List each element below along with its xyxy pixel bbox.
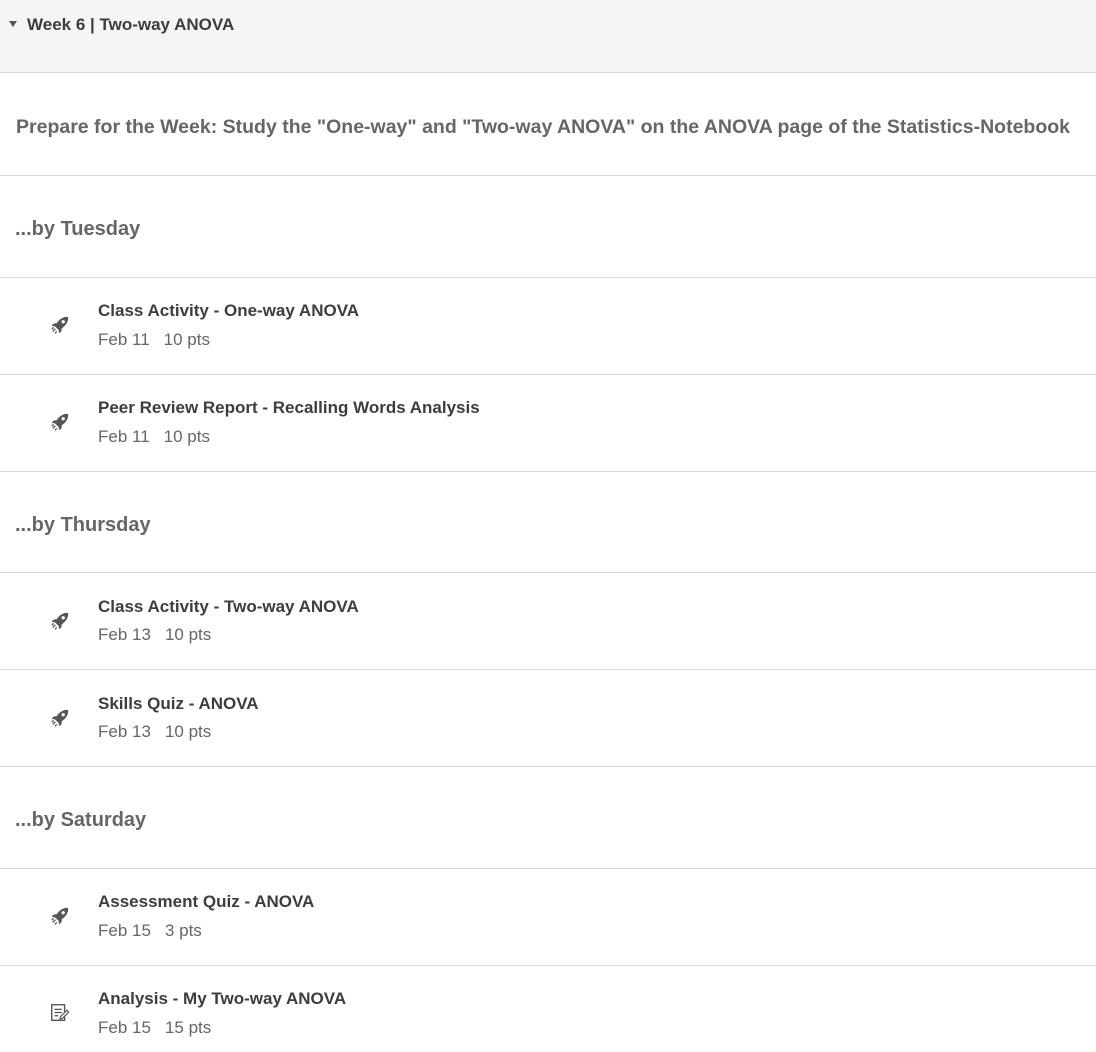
item-title-link[interactable]: Class Activity - Two-way ANOVA bbox=[98, 596, 359, 618]
section-header-tuesday: ...by Tuesday bbox=[0, 176, 1096, 278]
due-date: Feb 15 bbox=[98, 921, 151, 940]
item-title-link[interactable]: Class Activity - One-way ANOVA bbox=[98, 300, 359, 322]
rocket-icon bbox=[51, 907, 69, 925]
list-item[interactable]: Skills Quiz - ANOVA Feb 13 10 pts bbox=[0, 670, 1096, 767]
item-title-link[interactable]: Peer Review Report - Recalling Words Ana… bbox=[98, 397, 480, 419]
item-meta: Feb 13 10 pts bbox=[98, 721, 211, 743]
item-meta: Feb 15 15 pts bbox=[98, 1017, 211, 1039]
item-title-link[interactable]: Assessment Quiz - ANOVA bbox=[98, 891, 314, 913]
list-item[interactable]: Class Activity - One-way ANOVA Feb 11 10 … bbox=[0, 278, 1096, 375]
due-date: Feb 11 bbox=[98, 427, 150, 446]
list-item[interactable]: Peer Review Report - Recalling Words Ana… bbox=[0, 375, 1096, 472]
section-heading: ...by Thursday bbox=[15, 514, 151, 536]
list-item[interactable]: Analysis - My Two-way ANOVA Feb 15 15 pts bbox=[0, 966, 1096, 1052]
due-date: Feb 13 bbox=[98, 722, 151, 741]
points: 3 pts bbox=[164, 921, 202, 940]
points: 10 pts bbox=[164, 722, 212, 741]
item-title-link[interactable]: Skills Quiz - ANOVA bbox=[98, 693, 259, 715]
points: 10 pts bbox=[163, 330, 210, 349]
item-meta: Feb 11 10 pts bbox=[98, 426, 210, 448]
item-meta: Feb 11 10 pts bbox=[98, 329, 210, 351]
rocket-icon bbox=[51, 316, 69, 334]
item-meta: Feb 15 3 pts bbox=[98, 920, 202, 942]
points: 10 pts bbox=[163, 427, 210, 446]
due-date: Feb 11 bbox=[98, 330, 150, 349]
section-heading: ...by Saturday bbox=[15, 809, 147, 831]
item-meta: Feb 13 10 pts bbox=[98, 624, 211, 646]
section-heading: ...by Tuesday bbox=[15, 218, 141, 240]
module-header[interactable]: Week 6 | Two-way ANOVA bbox=[0, 0, 1096, 73]
caret-down-icon[interactable] bbox=[9, 21, 17, 27]
section-header-saturday: ...by Saturday bbox=[0, 767, 1096, 869]
section-header-thursday: ...by Thursday bbox=[0, 472, 1096, 573]
list-item[interactable]: Class Activity - Two-way ANOVA Feb 13 10 … bbox=[0, 573, 1096, 670]
due-date: Feb 15 bbox=[98, 1018, 151, 1037]
rocket-icon bbox=[51, 709, 69, 727]
due-date: Feb 13 bbox=[98, 625, 151, 644]
assignment-icon bbox=[51, 1004, 70, 1022]
module-title[interactable]: Week 6 | Two-way ANOVA bbox=[27, 14, 234, 36]
rocket-icon bbox=[51, 413, 69, 431]
module-intro-text: Prepare for the Week: Study the "One-way… bbox=[16, 116, 1070, 138]
module-intro-row: Prepare for the Week: Study the "One-way… bbox=[0, 73, 1096, 176]
rocket-icon bbox=[51, 612, 69, 630]
list-item[interactable]: Assessment Quiz - ANOVA Feb 15 3 pts bbox=[0, 869, 1096, 966]
points: 15 pts bbox=[164, 1018, 212, 1037]
item-title-link[interactable]: Analysis - My Two-way ANOVA bbox=[98, 988, 346, 1010]
points: 10 pts bbox=[164, 625, 212, 644]
